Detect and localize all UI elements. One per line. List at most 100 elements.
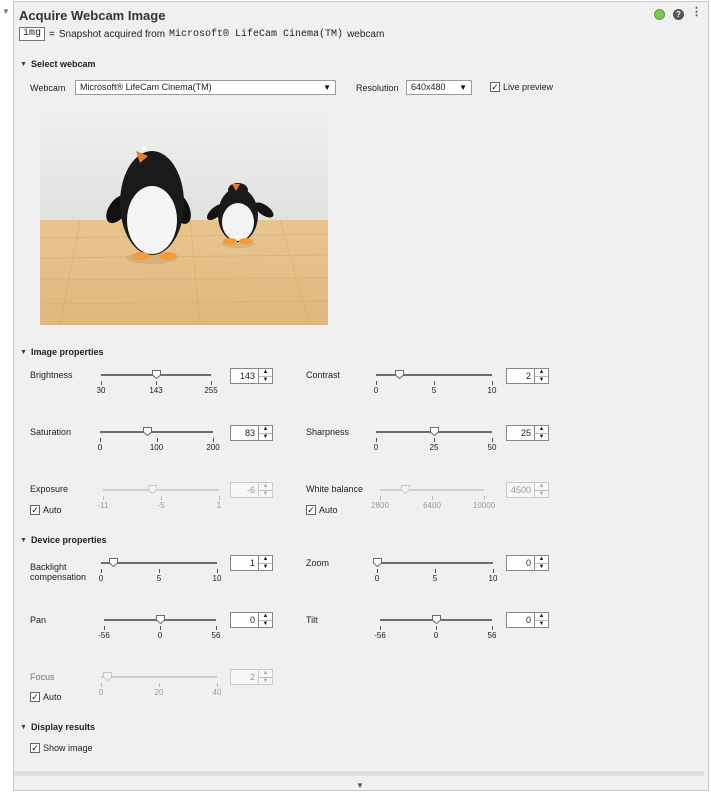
slider-thumb[interactable] bbox=[400, 485, 410, 494]
spinner-value[interactable]: 25 bbox=[506, 425, 535, 441]
white-balance-slider[interactable]: 2800 6400 10000 bbox=[371, 484, 495, 514]
expand-triangle-icon: ▼ bbox=[20, 723, 27, 731]
increment-icon[interactable]: ▲ bbox=[535, 483, 548, 490]
spinner-value[interactable]: 0 bbox=[506, 555, 535, 571]
focus-spinner[interactable]: 2 ▲ ▼ bbox=[230, 669, 273, 685]
backlight-slider[interactable]: 0 5 10 bbox=[99, 557, 221, 587]
zoom-slider[interactable]: 0 5 10 bbox=[373, 557, 497, 587]
spinner-value[interactable]: 2 bbox=[506, 368, 535, 384]
checkbox-checked-icon: ✓ bbox=[30, 692, 40, 702]
task-title: Acquire Webcam Image bbox=[19, 8, 166, 23]
decrement-icon[interactable]: ▼ bbox=[535, 490, 548, 498]
decrement-icon[interactable]: ▼ bbox=[259, 490, 272, 498]
saturation-label: Saturation bbox=[30, 427, 72, 437]
saturation-slider[interactable]: 0 100 200 bbox=[98, 426, 220, 456]
decrement-icon[interactable]: ▼ bbox=[259, 376, 272, 384]
live-preview-label: Live preview bbox=[503, 82, 554, 92]
contrast-spinner[interactable]: 2 ▲ ▼ bbox=[506, 368, 549, 384]
spinner-value[interactable]: 0 bbox=[230, 612, 259, 628]
spinner-value[interactable]: 83 bbox=[230, 425, 259, 441]
slider-mid-label: 5 bbox=[156, 574, 162, 583]
increment-icon[interactable]: ▲ bbox=[259, 613, 272, 620]
slider-thumb[interactable] bbox=[432, 615, 441, 624]
summary-prefix: Snapshot acquired from bbox=[58, 28, 166, 40]
section-label: Select webcam bbox=[30, 59, 96, 69]
expand-code-icon[interactable]: ▼ bbox=[356, 781, 364, 790]
brightness-spinner[interactable]: 143 ▲ ▼ bbox=[230, 368, 273, 384]
pan-spinner[interactable]: 0 ▲ ▼ bbox=[230, 612, 273, 628]
increment-icon[interactable]: ▲ bbox=[535, 556, 548, 563]
slider-max-label: 50 bbox=[487, 443, 497, 452]
sharpness-spinner[interactable]: 25 ▲ ▼ bbox=[506, 425, 549, 441]
decrement-icon[interactable]: ▼ bbox=[535, 620, 548, 628]
code-collapse-bar[interactable] bbox=[14, 771, 704, 776]
spinner-value[interactable]: 4500 bbox=[506, 482, 535, 498]
spinner-value[interactable]: 2 bbox=[230, 669, 259, 685]
focus-slider[interactable]: 0 20 40 bbox=[99, 671, 221, 701]
decrement-icon[interactable]: ▼ bbox=[259, 677, 272, 685]
section-image-properties[interactable]: ▼ Image properties bbox=[20, 347, 103, 357]
pan-slider[interactable]: -56 0 56 bbox=[98, 614, 220, 644]
decrement-icon[interactable]: ▼ bbox=[535, 433, 548, 441]
zoom-spinner[interactable]: 0 ▲ ▼ bbox=[506, 555, 549, 571]
saturation-spinner[interactable]: 83 ▲ ▼ bbox=[230, 425, 273, 441]
output-variable-name[interactable]: img bbox=[19, 27, 46, 41]
decrement-icon[interactable]: ▼ bbox=[535, 376, 548, 384]
exposure-spinner[interactable]: -6 ▲ ▼ bbox=[230, 482, 273, 498]
slider-thumb[interactable] bbox=[395, 370, 405, 379]
slider-mid-label: 0 bbox=[433, 631, 439, 640]
increment-icon[interactable]: ▲ bbox=[259, 483, 272, 490]
backlight-spinner[interactable]: 1 ▲ ▼ bbox=[230, 555, 273, 571]
white-balance-spinner[interactable]: 4500 ▲ ▼ bbox=[506, 482, 549, 498]
decrement-icon[interactable]: ▼ bbox=[259, 433, 272, 441]
slider-thumb[interactable] bbox=[373, 558, 382, 567]
slider-max-label: 255 bbox=[204, 386, 218, 395]
slider-min-label: 0 bbox=[373, 386, 379, 395]
tilt-slider[interactable]: -56 0 56 bbox=[374, 614, 496, 644]
show-image-label: Show image bbox=[43, 743, 93, 753]
brightness-slider[interactable]: 30 143 255 bbox=[97, 369, 218, 399]
slider-thumb[interactable] bbox=[108, 558, 118, 567]
sharpness-slider[interactable]: 0 25 50 bbox=[374, 426, 496, 456]
collapse-task-toggle[interactable]: ▼ bbox=[2, 7, 10, 16]
slider-mid-label: -5 bbox=[157, 501, 165, 510]
auto-label: Auto bbox=[43, 692, 62, 702]
section-display-results[interactable]: ▼ Display results bbox=[20, 722, 95, 732]
increment-icon[interactable]: ▲ bbox=[259, 369, 272, 376]
slider-thumb[interactable] bbox=[142, 427, 152, 436]
spinner-value[interactable]: 143 bbox=[230, 368, 259, 384]
slider-thumb[interactable] bbox=[156, 615, 165, 624]
contrast-slider[interactable]: 0 5 10 bbox=[373, 369, 496, 399]
slider-thumb[interactable] bbox=[102, 672, 112, 681]
live-preview-checkbox[interactable]: ✓ Live preview bbox=[490, 82, 553, 92]
webcam-dropdown[interactable]: Microsoft® LifeCam Cinema(TM) ▼ bbox=[75, 80, 336, 95]
resolution-dropdown[interactable]: 640x480 ▼ bbox=[406, 80, 472, 95]
contrast-label: Contrast bbox=[306, 370, 341, 380]
show-image-checkbox[interactable]: ✓ Show image bbox=[30, 743, 93, 753]
increment-icon[interactable]: ▲ bbox=[259, 670, 272, 677]
tilt-spinner[interactable]: 0 ▲ ▼ bbox=[506, 612, 549, 628]
section-device-properties[interactable]: ▼ Device properties bbox=[20, 535, 106, 545]
slider-thumb[interactable] bbox=[430, 427, 439, 436]
decrement-icon[interactable]: ▼ bbox=[259, 563, 272, 571]
exposure-slider[interactable]: -11 -5 1 bbox=[98, 484, 221, 514]
help-icon[interactable]: ? bbox=[673, 9, 684, 20]
pan-label: Pan bbox=[30, 615, 47, 625]
increment-icon[interactable]: ▲ bbox=[535, 613, 548, 620]
spinner-value[interactable]: 0 bbox=[506, 612, 535, 628]
slider-thumb[interactable] bbox=[152, 370, 161, 379]
section-select-webcam[interactable]: ▼ Select webcam bbox=[20, 59, 95, 69]
spinner-value[interactable]: -6 bbox=[230, 482, 259, 498]
increment-icon[interactable]: ▲ bbox=[259, 556, 272, 563]
spinner-value[interactable]: 1 bbox=[230, 555, 259, 571]
increment-icon[interactable]: ▲ bbox=[535, 369, 548, 376]
slider-thumb[interactable] bbox=[147, 485, 157, 494]
focus-auto-checkbox[interactable]: ✓ Auto bbox=[30, 692, 62, 702]
decrement-icon[interactable]: ▼ bbox=[535, 563, 548, 571]
white-balance-auto-checkbox[interactable]: ✓ Auto bbox=[306, 505, 338, 515]
more-options-icon[interactable]: ⋮ bbox=[691, 7, 702, 18]
increment-icon[interactable]: ▲ bbox=[535, 426, 548, 433]
exposure-auto-checkbox[interactable]: ✓ Auto bbox=[30, 505, 62, 515]
decrement-icon[interactable]: ▼ bbox=[259, 620, 272, 628]
increment-icon[interactable]: ▲ bbox=[259, 426, 272, 433]
